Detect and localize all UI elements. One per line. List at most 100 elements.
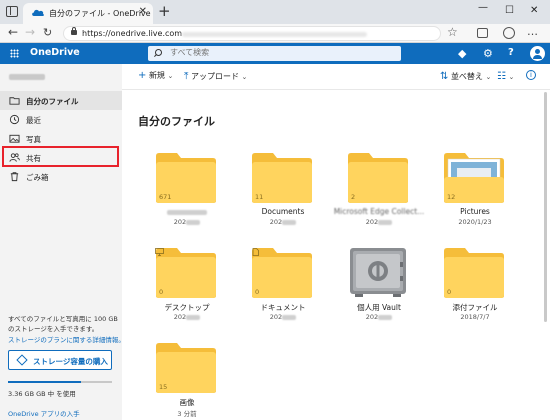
file-tile[interactable]: 0 デスクトップ 202: [155, 248, 219, 326]
window-close-button[interactable]: ✕: [530, 5, 538, 16]
buy-storage-label: ストレージ容量の購入: [33, 357, 108, 366]
tab-title: 自分のファイル - OneDrive: [49, 9, 151, 18]
file-tile[interactable]: 個人用 Vault 202: [347, 248, 411, 326]
highlight-annotation: [2, 146, 119, 167]
file-tile[interactable]: 671 202: [155, 153, 219, 231]
browser-tab[interactable]: 自分のファイル - OneDrive ✕: [23, 3, 153, 24]
file-date: 2018/7/7: [460, 313, 490, 321]
file-name: Microsoft Edge Collect...: [333, 207, 425, 216]
monitor-icon: [155, 248, 164, 256]
sort-button[interactable]: ⇅ 並べ替え ⌄: [440, 71, 491, 82]
folder-icon: 11: [251, 153, 313, 204]
info-icon[interactable]: i: [526, 70, 536, 80]
refresh-icon[interactable]: ↻: [43, 26, 52, 39]
history-icon: [9, 114, 20, 125]
item-count: 671: [159, 193, 172, 201]
new-tab-button[interactable]: +: [158, 2, 171, 20]
file-tile[interactable]: 12 Pictures 2020/1/23: [443, 153, 507, 231]
vault-icon: [347, 248, 409, 299]
get-app-link[interactable]: OneDrive アプリの入手: [8, 408, 80, 418]
back-arrow-icon[interactable]: ←: [8, 25, 18, 39]
file-tile[interactable]: 11 Documents 202: [251, 153, 315, 231]
url-field[interactable]: https://onedrive.live.com: [63, 26, 441, 41]
storage-usage-bar: [8, 381, 112, 383]
file-tile[interactable]: 0 ドキュメント 202: [251, 248, 315, 326]
file-date: 3 分前: [177, 410, 197, 418]
storage-plan-link[interactable]: ストレージのプランに関する詳細情報。: [8, 334, 125, 344]
onedrive-cloud-icon: [32, 9, 44, 16]
help-icon[interactable]: ?: [508, 47, 514, 58]
folder-icon: 0: [443, 248, 505, 299]
premium-diamond-icon[interactable]: ◆: [458, 47, 466, 60]
file-date: 202: [237, 218, 329, 226]
lock-icon[interactable]: [71, 27, 77, 35]
minimize-button[interactable]: —: [478, 2, 488, 13]
sidebar-item-label: ごみ箱: [26, 173, 49, 182]
sidebar-item-label: 最近: [26, 116, 41, 125]
file-name: 個人用 Vault: [357, 303, 401, 312]
folder-icon: 15: [155, 343, 217, 394]
folder-icon: 0: [155, 248, 217, 299]
file-date: 202: [141, 313, 233, 321]
file-date: 2020/1/23: [458, 218, 492, 226]
profile-icon[interactable]: [503, 27, 515, 39]
upload-button[interactable]: ⤒ アップロード ⌄: [184, 71, 247, 82]
new-button[interactable]: + 新規 ⌄: [138, 70, 173, 81]
upload-icon: ⤒: [184, 71, 189, 82]
buy-storage-button[interactable]: ストレージ容量の購入: [8, 350, 112, 370]
item-count: 0: [447, 288, 452, 296]
app-launcher-icon[interactable]: [10, 49, 19, 58]
avatar[interactable]: [530, 46, 545, 61]
item-count: 11: [255, 193, 264, 201]
search-input[interactable]: [170, 48, 370, 57]
sidebar: 自分のファイル 最近 写真 共有 ごみ箱 すべてのファイルと写真用に 100 G…: [0, 64, 125, 420]
tab-actions-icon[interactable]: [6, 6, 18, 17]
favorite-star-icon[interactable]: ☆: [447, 25, 458, 39]
file-tile[interactable]: 2 Microsoft Edge Collect... 202: [334, 153, 424, 231]
file-date: 202: [237, 313, 329, 321]
scrollbar[interactable]: [543, 90, 548, 417]
file-name: 画像: [179, 398, 195, 407]
chevron-down-icon: ⌄: [241, 73, 248, 81]
sidebar-item-my-files[interactable]: 自分のファイル: [0, 91, 122, 110]
pictures-folder-icon: 12: [443, 153, 505, 204]
maximize-button[interactable]: ☐: [505, 5, 514, 16]
folder-icon: 2: [347, 153, 409, 204]
diamond-icon: [16, 354, 28, 366]
item-count: 0: [255, 288, 260, 296]
page-title: 自分のファイル: [138, 115, 215, 128]
sidebar-item-recent[interactable]: 最近: [0, 110, 122, 129]
brand-name[interactable]: OneDrive: [30, 47, 80, 58]
chevron-down-icon: ⌄: [167, 72, 174, 80]
search-icon: [155, 49, 162, 56]
file-name: デスクトップ: [164, 303, 210, 312]
item-count: 2: [351, 193, 356, 201]
file-name: ドキュメント: [260, 303, 306, 312]
storage-usage-fill: [8, 381, 81, 383]
file-tile[interactable]: 0 添付ファイル 2018/7/7: [443, 248, 507, 326]
trash-icon: [10, 172, 19, 182]
grid-view-icon: ☷: [497, 71, 506, 82]
file-date: 202: [333, 313, 425, 321]
gear-icon[interactable]: ⚙: [483, 47, 493, 60]
upload-label: アップロード: [190, 72, 239, 81]
scrollbar-thumb[interactable]: [544, 92, 547, 322]
file-name: [141, 207, 233, 216]
sort-icon: ⇅: [440, 71, 449, 82]
onedrive-header: OneDrive ◆ ⚙ ?: [0, 43, 550, 64]
file-tile[interactable]: 15 画像 3 分前: [155, 343, 219, 420]
tab-close-icon[interactable]: ✕: [139, 6, 147, 17]
collections-icon[interactable]: [477, 28, 488, 38]
sidebar-item-recycle-bin[interactable]: ごみ箱: [0, 167, 122, 186]
photo-icon: [9, 134, 20, 143]
item-count: 0: [159, 288, 164, 296]
folder-icon: 0: [251, 248, 313, 299]
search-box[interactable]: [148, 46, 401, 61]
browser-menu-icon[interactable]: …: [527, 25, 539, 38]
forward-arrow-icon[interactable]: →: [25, 25, 35, 39]
storage-usage-text: 3.36 GB GB 中 を使用: [8, 390, 76, 398]
document-icon: [252, 248, 259, 256]
file-name: Documents: [261, 207, 305, 216]
sort-label: 並べ替え: [450, 72, 483, 81]
view-options-button[interactable]: ☷ ⌄: [497, 71, 514, 82]
